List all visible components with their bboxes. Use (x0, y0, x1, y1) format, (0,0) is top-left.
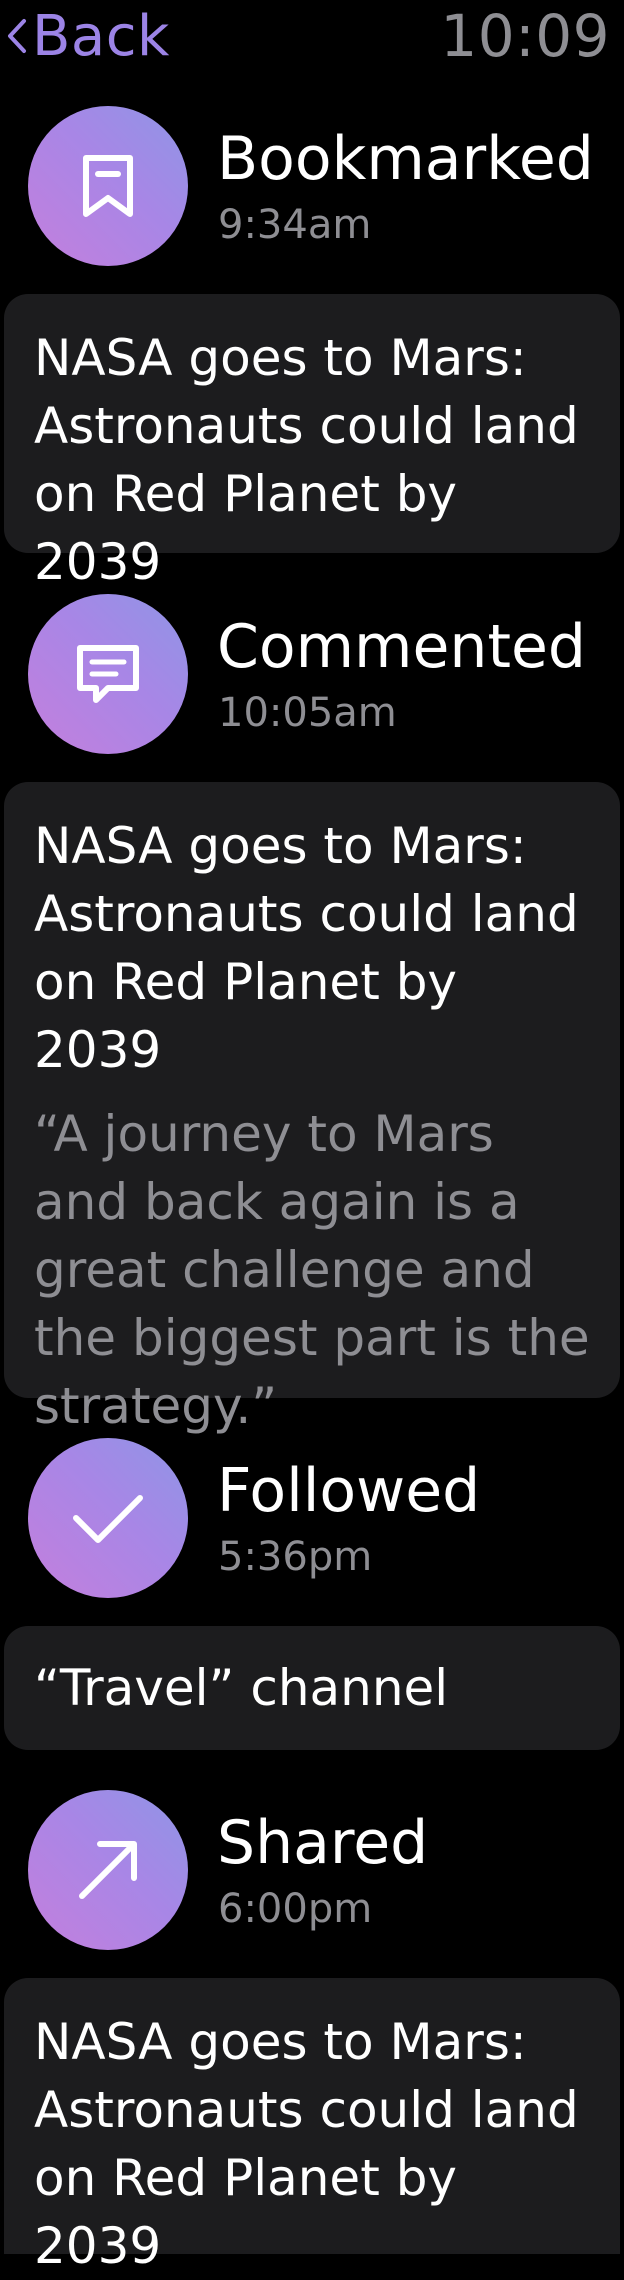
back-label: Back (32, 3, 170, 69)
clock-time: 10:09 (440, 2, 610, 70)
chevron-left-icon (8, 19, 26, 53)
comment-icon (28, 594, 188, 754)
article-card[interactable]: NASA goes to Mars: Astronauts could land… (4, 294, 620, 591)
activity-time: 5:36pm (218, 1534, 373, 1580)
checkmark-icon (28, 1438, 188, 1598)
back-button[interactable]: Back (6, 0, 170, 72)
bookmark-icon (28, 106, 188, 266)
activity-title: Bookmarked (217, 124, 594, 194)
activity-title: Commented (217, 612, 586, 682)
activity-header: Shared 6:00pm (0, 1790, 624, 1950)
activity-bookmarked: Bookmarked 9:34am (0, 106, 624, 266)
comment-quote: “A journey to Mars and back again is a g… (34, 1105, 590, 1435)
activity-time: 10:05am (218, 690, 397, 736)
activity-commented: Commented 10:05am (0, 594, 624, 754)
activity-header: Commented 10:05am (0, 594, 624, 754)
article-card[interactable]: NASA goes to Mars: Astronauts could land… (4, 782, 620, 1435)
article-headline: NASA goes to Mars: Astronauts could land… (34, 329, 579, 591)
activity-title: Followed (217, 1456, 481, 1526)
activity-shared: Shared 6:00pm (0, 1790, 624, 1950)
activity-time: 6:00pm (218, 1886, 373, 1932)
article-headline: NASA goes to Mars: Astronauts could land… (34, 2013, 579, 2275)
share-arrow-icon (28, 1790, 188, 1950)
activity-header: Bookmarked 9:34am (0, 106, 624, 266)
article-headline: NASA goes to Mars: Astronauts could land… (34, 817, 579, 1079)
status-bar: Back 10:09 (0, 0, 624, 80)
activity-title: Shared (217, 1808, 429, 1878)
article-card[interactable]: NASA goes to Mars: Astronauts could land… (4, 1978, 620, 2275)
activity-followed: Followed 5:36pm (0, 1438, 624, 1598)
activity-header: Followed 5:36pm (0, 1438, 624, 1598)
activity-time: 9:34am (218, 202, 372, 248)
channel-name: “Travel” channel (34, 1659, 449, 1717)
channel-card[interactable]: “Travel” channel (4, 1626, 620, 1750)
